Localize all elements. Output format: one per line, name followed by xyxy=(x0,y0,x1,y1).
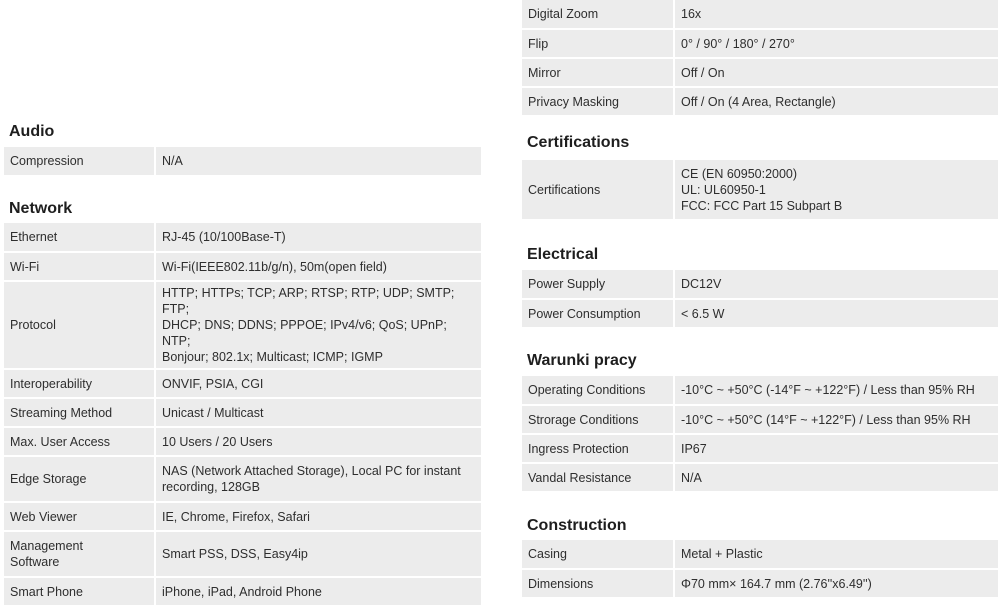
table-row: Interoperability ONVIF, PSIA, CGI xyxy=(4,369,481,399)
table-row: Smart Phone iPhone, iPad, Android Phone xyxy=(4,577,481,607)
spec-label: Protocol xyxy=(4,281,156,370)
table-row: Casing Metal + Plastic xyxy=(522,540,998,570)
spec-value: HTTP; HTTPs; TCP; ARP; RTSP; RTP; UDP; S… xyxy=(155,281,481,370)
table-row: Protocol HTTP; HTTPs; TCP; ARP; RTSP; RT… xyxy=(4,281,481,370)
spec-label: Privacy Masking xyxy=(522,87,675,117)
electrical-table: Power Supply DC12V Power Consumption < 6… xyxy=(522,270,998,329)
spec-value: Smart PSS, DSS, Easy4ip xyxy=(155,531,481,578)
table-row: Power Supply DC12V xyxy=(522,270,998,300)
construction-table: Casing Metal + Plastic Dimensions Φ70 mm… xyxy=(522,540,998,599)
spec-value: -10°C ~ +50°C (14°F ~ +122°F) / Less tha… xyxy=(674,405,998,435)
spec-label: Flip xyxy=(522,29,675,59)
table-row: Max. User Access 10 Users / 20 Users xyxy=(4,427,481,457)
table-row: Management Software Smart PSS, DSS, Easy… xyxy=(4,531,481,578)
spec-value: NAS (Network Attached Storage), Local PC… xyxy=(155,456,481,503)
table-row: Wi-Fi Wi-Fi(IEEE802.11b/g/n), 50m(open f… xyxy=(4,252,481,282)
table-row: Flip 0° / 90° / 180° / 270° xyxy=(522,29,998,59)
spec-label: Ethernet xyxy=(4,223,156,253)
table-row: Digital Zoom 16x xyxy=(522,0,998,30)
spec-value: N/A xyxy=(155,147,481,177)
spec-label: Digital Zoom xyxy=(522,0,675,30)
spec-label: Max. User Access xyxy=(4,427,156,457)
section-title-network: Network xyxy=(9,200,73,217)
section-title-construction: Construction xyxy=(527,517,627,534)
spec-label: Vandal Resistance xyxy=(522,463,675,493)
spec-label: Strorage Conditions xyxy=(522,405,675,435)
spec-value: -10°C ~ +50°C (-14°F ~ +122°F) / Less th… xyxy=(674,376,998,406)
spec-value: 10 Users / 20 Users xyxy=(155,427,481,457)
spec-label: Interoperability xyxy=(4,369,156,399)
network-table: Ethernet RJ-45 (10/100Base-T) Wi-Fi Wi-F… xyxy=(4,223,481,607)
spec-label: Edge Storage xyxy=(4,456,156,503)
spec-value: IE, Chrome, Firefox, Safari xyxy=(155,502,481,532)
environment-table: Operating Conditions -10°C ~ +50°C (-14°… xyxy=(522,376,998,493)
table-row: Power Consumption < 6.5 W xyxy=(522,299,998,329)
table-row: Web Viewer IE, Chrome, Firefox, Safari xyxy=(4,502,481,532)
spec-value: CE (EN 60950:2000) UL: UL60950-1 FCC: FC… xyxy=(674,160,998,221)
audio-table: Compression N/A xyxy=(4,147,481,177)
table-row: Strorage Conditions -10°C ~ +50°C (14°F … xyxy=(522,405,998,435)
spec-value: iPhone, iPad, Android Phone xyxy=(155,577,481,607)
spec-value: RJ-45 (10/100Base-T) xyxy=(155,223,481,253)
spec-label: Ingress Protection xyxy=(522,434,675,464)
section-title-operating-conditions: Warunki pracy xyxy=(527,352,637,369)
spec-value: Off / On xyxy=(674,58,998,88)
section-title-audio: Audio xyxy=(9,123,55,140)
spec-label: Certifications xyxy=(522,160,675,221)
spec-value: Off / On (4 Area, Rectangle) xyxy=(674,87,998,117)
spec-value: Φ70 mm× 164.7 mm (2.76''x6.49'') xyxy=(674,569,998,599)
table-row: Privacy Masking Off / On (4 Area, Rectan… xyxy=(522,87,998,117)
table-row: Certifications CE (EN 60950:2000) UL: UL… xyxy=(522,160,998,221)
table-row: Ethernet RJ-45 (10/100Base-T) xyxy=(4,223,481,253)
spec-label: Dimensions xyxy=(522,569,675,599)
section-title-certifications: Certifications xyxy=(527,134,630,151)
spec-label: Management Software xyxy=(4,531,156,578)
table-row: Streaming Method Unicast / Multicast xyxy=(4,398,481,428)
table-row: Vandal Resistance N/A xyxy=(522,463,998,493)
spec-label: Wi-Fi xyxy=(4,252,156,282)
spec-value: Wi-Fi(IEEE802.11b/g/n), 50m(open field) xyxy=(155,252,481,282)
table-row: Edge Storage NAS (Network Attached Stora… xyxy=(4,456,481,503)
section-title-electrical: Electrical xyxy=(527,246,599,263)
spec-value: Metal + Plastic xyxy=(674,540,998,570)
certifications-table: Certifications CE (EN 60950:2000) UL: UL… xyxy=(522,160,998,221)
spec-value: < 6.5 W xyxy=(674,299,998,329)
table-row: Dimensions Φ70 mm× 164.7 mm (2.76''x6.49… xyxy=(522,569,998,599)
spec-label: Smart Phone xyxy=(4,577,156,607)
table-row: Operating Conditions -10°C ~ +50°C (-14°… xyxy=(522,376,998,406)
spec-label: Web Viewer xyxy=(4,502,156,532)
table-row: Ingress Protection IP67 xyxy=(522,434,998,464)
spec-value: ONVIF, PSIA, CGI xyxy=(155,369,481,399)
table-row: Compression N/A xyxy=(4,147,481,177)
spec-value: 16x xyxy=(674,0,998,30)
spec-value: N/A xyxy=(674,463,998,493)
spec-value: Unicast / Multicast xyxy=(155,398,481,428)
spec-label: Casing xyxy=(522,540,675,570)
spec-label: Compression xyxy=(4,147,156,177)
spec-label: Power Supply xyxy=(522,270,675,300)
spec-value: IP67 xyxy=(674,434,998,464)
video-table: Digital Zoom 16x Flip 0° / 90° / 180° / … xyxy=(522,0,998,117)
spec-label: Mirror xyxy=(522,58,675,88)
spec-label: Power Consumption xyxy=(522,299,675,329)
spec-value: 0° / 90° / 180° / 270° xyxy=(674,29,998,59)
spec-value: DC12V xyxy=(674,270,998,300)
spec-label: Operating Conditions xyxy=(522,376,675,406)
spec-label: Streaming Method xyxy=(4,398,156,428)
table-row: Mirror Off / On xyxy=(522,58,998,88)
